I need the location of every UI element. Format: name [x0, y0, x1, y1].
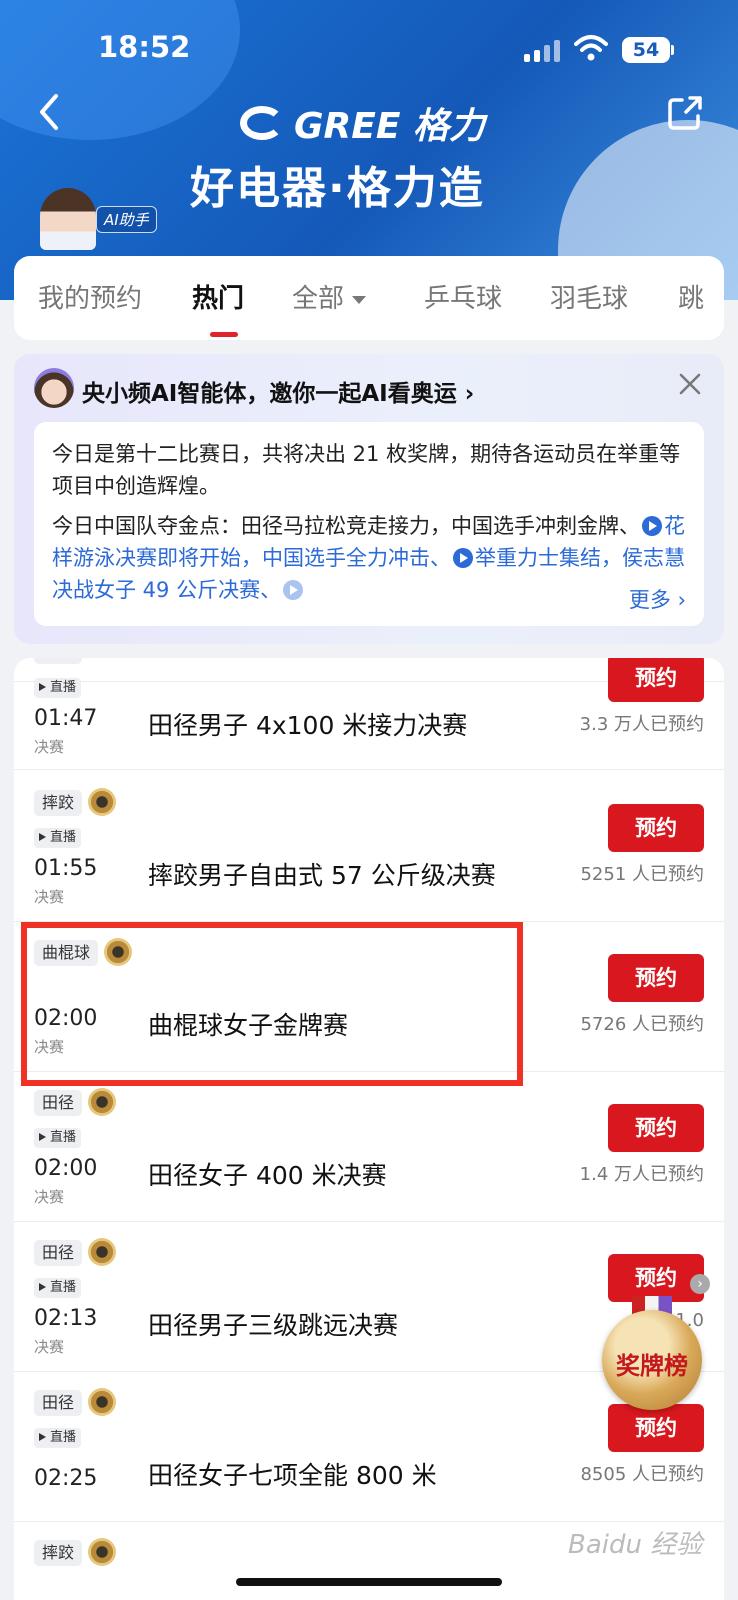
ai-card-title[interactable]: 央小频AI智能体，邀你一起AI看奥运 ›: [82, 374, 474, 408]
live-badge: 直播: [34, 1278, 82, 1298]
medal-tally-button[interactable]: › 奖牌榜: [598, 1274, 710, 1412]
back-button[interactable]: [34, 92, 64, 132]
live-badge: 直播: [34, 1128, 82, 1148]
ai-assistant-avatar[interactable]: [40, 188, 96, 250]
event-title: 田径男子三级跳远决赛: [148, 1311, 399, 1340]
event-stage: 决赛: [34, 888, 65, 906]
tab-my-reservations[interactable]: 我的预约: [38, 278, 142, 315]
ai-card-title-text: 央小频AI智能体，邀你一起AI看奥运: [82, 381, 457, 407]
olympic-medal-icon: [88, 788, 116, 816]
event-time: 01:55: [34, 856, 98, 881]
event-title: 田径女子 400 米决赛: [148, 1161, 387, 1190]
signal-icon: [524, 40, 562, 62]
ai-card-paragraph: 今日中国队夺金点：田径马拉松竞走接力，中国选手冲刺金牌、 花样游泳决赛即将开始，中…: [52, 510, 686, 606]
tab-all-label: 全部: [292, 284, 345, 314]
brand-slogan: 好电器·格力造: [190, 163, 485, 214]
close-icon[interactable]: [676, 370, 704, 398]
chevron-right-icon[interactable]: ›: [690, 1274, 710, 1294]
battery-indicator: 54: [622, 37, 670, 63]
sport-tag: 摔跤: [34, 1540, 83, 1566]
home-indicator: [236, 1578, 502, 1586]
tab-all[interactable]: 全部: [292, 278, 367, 315]
battery-tip: [671, 45, 674, 55]
sport-tag: 田径: [34, 1390, 83, 1416]
olympic-medal-icon: [88, 1388, 116, 1416]
ai-card-paragraph: 今日是第十二比赛日，共将决出 21 枚奖牌，期待各运动员在举重等项目中创造辉煌。: [52, 442, 681, 498]
live-badge: 直播: [34, 678, 82, 698]
olympic-medal-icon: [88, 1088, 116, 1116]
live-badge: 直播: [34, 828, 82, 848]
sport-tag: 田径: [34, 1240, 83, 1266]
tab-more-cut[interactable]: 跳: [678, 278, 704, 315]
live-badge: 直播: [34, 1428, 82, 1448]
tab-badminton[interactable]: 羽毛球: [550, 278, 628, 315]
medal-tally-label: 奖牌榜: [616, 1352, 688, 1380]
reserve-count: 3.3 万人已预约: [579, 714, 704, 735]
play-icon: [283, 580, 304, 600]
ai-assistant-card: 央小频AI智能体，邀你一起AI看奥运 › 今日是第十二比赛日，共将决出 21 枚…: [14, 354, 724, 644]
olympic-medal-icon: [88, 1538, 116, 1566]
category-tabs: 我的预约 热门 全部 乒乓球 羽毛球 跳: [14, 256, 724, 340]
highlight-annotation-box: [21, 922, 523, 1086]
list-item[interactable]: 田径 直播 02:00 决赛 田径女子 400 米决赛 预约 1.4 万人已预约: [14, 1070, 724, 1222]
reserve-count: 8505 人已预约: [580, 1464, 704, 1485]
reserve-count: 5726 人已预约: [580, 1014, 704, 1035]
event-stage: 决赛: [34, 1338, 65, 1356]
sport-tag: 摔跤: [34, 790, 83, 816]
event-stage: 决赛: [34, 1188, 65, 1206]
gree-logo-icon: [240, 106, 284, 140]
event-time: 02:00: [34, 1156, 98, 1181]
reserve-button[interactable]: 预约: [608, 954, 704, 1002]
reserve-count: 1.4 万人已预约: [579, 1164, 704, 1185]
list-item[interactable]: 摔跤 直播 01:55 决赛 摔跤男子自由式 57 公斤级决赛 预约 5251 …: [14, 770, 724, 922]
reserve-button[interactable]: 预约: [608, 1254, 704, 1302]
wifi-icon: [574, 35, 608, 61]
active-tab-indicator: [210, 332, 238, 337]
event-title: 田径男子 4x100 米接力决赛: [148, 711, 468, 740]
tab-hot[interactable]: 热门: [192, 278, 244, 315]
olympic-medal-icon: [88, 1238, 116, 1266]
share-button[interactable]: [666, 94, 704, 132]
ai-agent-avatar: [34, 368, 74, 408]
header-banner: 18:52 54 GREE 格力 好电器·格力造 AI助手: [0, 0, 738, 300]
ai-card-text: 今日中国队夺金点：田径马拉松竞走接力，中国选手冲刺金牌、: [52, 514, 640, 538]
brand-logo: GREE 格力: [240, 100, 500, 147]
event-title: 田径女子七项全能 800 米: [148, 1461, 437, 1490]
list-item[interactable]: 直播 01:47 决赛 田径男子 4x100 米接力决赛 预约 3.3 万人已预…: [14, 658, 724, 770]
ai-card-summary: 今日是第十二比赛日，共将决出 21 枚奖牌，期待各运动员在举重等项目中创造辉煌。…: [34, 422, 704, 626]
event-time: 02:13: [34, 1306, 98, 1331]
brand-name: GREE 格力: [294, 106, 485, 147]
caret-down-icon: [352, 295, 367, 304]
event-stage: 决赛: [34, 738, 65, 756]
more-label: 更多: [628, 588, 671, 612]
ai-assistant-badge[interactable]: AI助手: [96, 206, 157, 233]
status-time: 18:52: [98, 30, 191, 64]
reserve-button[interactable]: 预约: [608, 658, 704, 702]
more-link[interactable]: 更多 ›: [616, 584, 686, 616]
reserve-button[interactable]: 预约: [608, 804, 704, 852]
event-title: 摔跤男子自由式 57 公斤级决赛: [148, 861, 496, 890]
tab-table-tennis[interactable]: 乒乓球: [424, 278, 502, 315]
reserve-button[interactable]: 预约: [608, 1104, 704, 1152]
schedule-list: 田径 直播 01:47 决赛 田径男子 4x100 米接力决赛 预约 3.3 万…: [14, 658, 724, 1600]
play-icon: [453, 548, 473, 568]
sport-tag: 田径: [34, 1090, 83, 1116]
reserve-count: 5251 人已预约: [580, 864, 704, 885]
baidu-watermark: Baidu 经验: [568, 1530, 703, 1560]
play-icon: [642, 516, 662, 536]
event-time: 02:25: [34, 1466, 98, 1491]
event-time: 01:47: [34, 706, 98, 731]
